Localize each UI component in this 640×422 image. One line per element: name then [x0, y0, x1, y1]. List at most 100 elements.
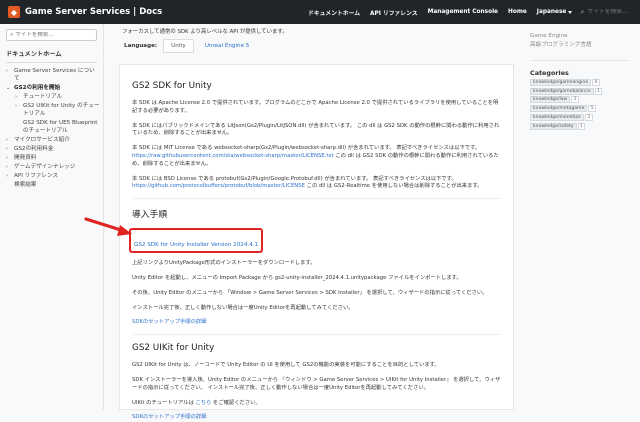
- paragraph-text: UIKit のチュートリアルは: [132, 399, 196, 406]
- sidebar-item-label: 検索結果: [14, 182, 37, 188]
- sidebar-item-label: GS2 SDK for UE5 Blueprint のチュートリアル: [23, 120, 98, 134]
- language-tabs: Language: Unity Unreal Engine 5: [124, 38, 260, 54]
- installer-download-link[interactable]: GS2 SDK for Unity Installer Version 2024…: [134, 242, 258, 248]
- sidebar-divider: [6, 62, 97, 63]
- paragraph-text: 本 SDK には BSD License である protobuf(Gs2/Pl…: [132, 175, 457, 182]
- category-tag-count: 1: [594, 87, 603, 95]
- divider: [132, 198, 501, 200]
- category-tag-label[interactable]: knowledge/law: [530, 96, 571, 104]
- paragraph: SDKのセットアップ手順の詳細: [132, 414, 501, 422]
- sidebar-item[interactable]: › API リファレンス: [0, 172, 103, 180]
- sidebar-item[interactable]: › GS2 UIKit for Unity のチュートリアル: [0, 102, 103, 118]
- intro-text: フォーカスして通常の SDK より高レベルな API が提供しています。: [122, 29, 288, 35]
- nav-management-console[interactable]: Management Console: [428, 9, 498, 15]
- chevron-right-icon: ›: [15, 103, 17, 109]
- websocket-license-link[interactable]: https://raw.githubusercontent.com/sta/we…: [132, 153, 334, 159]
- protobuf-license-link[interactable]: https://github.com/protocolbuffers/proto…: [132, 183, 305, 189]
- sidebar-search: ⌕: [6, 29, 97, 41]
- chevron-right-icon: ›: [6, 173, 8, 179]
- top-search: ⌕: [580, 5, 640, 19]
- category-tag-count: 5: [588, 105, 597, 113]
- paragraph: その後、Unity Editor のメニューから 「Window > Game …: [132, 289, 488, 296]
- right-sidebar: Game Engine 高級プログラミング言語 Categories knowl…: [530, 24, 640, 410]
- sidebar-item-label: GS2の利用料金: [14, 146, 54, 152]
- divider: [530, 60, 630, 61]
- chevron-right-icon: ›: [6, 137, 8, 143]
- sidebar-item[interactable]: › 開発資料: [0, 154, 103, 162]
- sidebar-item[interactable]: › ゲームデザインナレッジ: [0, 163, 103, 171]
- paragraph: 本 SDK は Apache License 2.0 で提供されています。プログ…: [132, 100, 499, 114]
- top-search-input[interactable]: [587, 9, 640, 15]
- red-arrow-annotation: [84, 217, 132, 236]
- language-dropdown[interactable]: Japanese: [537, 9, 573, 15]
- sidebar-item-label: GS2 UIKit for Unity のチュートリアル: [23, 103, 100, 117]
- nav-docs-home[interactable]: ドキュメントホーム: [308, 8, 360, 17]
- main-area: フォーカスして通常の SDK より高レベルな API が提供しています。 Lan…: [107, 24, 522, 420]
- sidebar-search-input[interactable]: [15, 32, 96, 38]
- category-tag[interactable]: knowledge/gamebalance 1: [530, 87, 640, 95]
- chevron-right-icon: ›: [6, 68, 8, 74]
- paragraph: GS2 UIKit for Unity は、ノーコードで Unity Edito…: [132, 362, 440, 369]
- game-engine-link[interactable]: Game Engine: [530, 33, 640, 39]
- paragraph: インストール完了後、正しく動作しない場合は一度Unity Editorを再起動し…: [132, 304, 354, 311]
- category-tag-label[interactable]: knowledge/gamebalance: [530, 87, 594, 95]
- sidebar-item[interactable]: › チュートリアル: [0, 93, 103, 101]
- sidebar-item[interactable]: › GS2の利用料金: [0, 145, 103, 153]
- paragraph: SDK インストーラーを導入後、Unity Editor のメニューから 『ウィ…: [132, 376, 501, 391]
- category-tag-label[interactable]: knowledge/gameengine: [530, 78, 592, 86]
- divider: [132, 334, 501, 336]
- category-tag-label[interactable]: knowledge/metagame: [530, 105, 588, 113]
- sidebar-item[interactable]: ⌄ GS2の利用を開始: [0, 84, 103, 92]
- sdk-setup-link[interactable]: SDKのセットアップ手順の詳細: [132, 319, 206, 325]
- category-tag-list: knowledge/gameengine 4 knowledge/gamebalan…: [530, 78, 640, 130]
- categories-title: Categories: [530, 69, 569, 77]
- tab-unity[interactable]: Unity: [163, 39, 194, 53]
- top-navbar: ◆ Game Server Services | Docs ドキュメントホーム …: [0, 0, 640, 24]
- sidebar-item-label: チュートリアル: [23, 94, 63, 100]
- chevron-down-icon: [568, 10, 573, 14]
- uikit-tutorial-link[interactable]: こちら: [195, 400, 211, 406]
- sidebar-item[interactable]: › マイクロサービス紹介: [0, 136, 103, 144]
- chevron-down-icon: ⌄: [6, 85, 11, 91]
- sidebar-item-label: 開発資料: [14, 155, 37, 161]
- brand-title[interactable]: Game Server Services | Docs: [25, 7, 162, 17]
- category-tag[interactable]: knowledge/gameengine 4: [530, 78, 640, 86]
- paragraph: 本 SDK にはパブリックドメインである LitJson(Gs2/Plugin/…: [132, 122, 500, 137]
- sidebar-item[interactable]: GS2 SDK for UE5 Blueprint のチュートリアル: [0, 119, 103, 135]
- sidebar-item-label: Game Server Services について: [14, 68, 95, 82]
- sidebar-item-label: GS2の利用を開始: [14, 85, 61, 91]
- paragraph: 上記リンクよりUnityPackage形式のインストーラーをダウンロードします。: [132, 260, 316, 267]
- chevron-right-icon: [6, 181, 14, 189]
- nav-api-reference[interactable]: API リファレンス: [370, 8, 418, 17]
- paragraph-text: この dll は GS2-Realtime を使用しない場合は削除することが出来…: [304, 183, 483, 190]
- category-tag[interactable]: knowledge/safety 1: [530, 122, 640, 130]
- paragraph: SDKのセットアップ手順の詳細: [132, 319, 501, 327]
- paragraph: 本 SDK には MIT License である websocket-sharp…: [132, 145, 501, 168]
- chevron-right-icon: ›: [6, 164, 8, 170]
- sidebar-home-link[interactable]: ドキュメントホーム: [6, 49, 103, 58]
- chevron-right-icon: ›: [6, 146, 8, 152]
- category-tag-count: 2: [571, 96, 580, 104]
- category-tag[interactable]: knowledge/monetize 3: [530, 113, 640, 121]
- section-title-uikit: GS2 UIKit for Unity: [132, 343, 215, 354]
- uikit-setup-link[interactable]: SDKのセットアップ手順の詳細: [132, 414, 206, 420]
- category-tag[interactable]: knowledge/law 2: [530, 96, 640, 104]
- category-tag-label[interactable]: knowledge/safety: [530, 122, 577, 130]
- tab-unreal-engine-5[interactable]: Unreal Engine 5: [197, 39, 258, 53]
- language-subtitle[interactable]: 高級プログラミング言語: [530, 40, 640, 48]
- nav-home[interactable]: Home: [508, 9, 527, 15]
- tab-content: GS2 SDK for Unity 本 SDK は Apache License…: [119, 64, 514, 420]
- category-tag-count: 1: [577, 122, 586, 130]
- chevron-right-icon: ›: [15, 94, 17, 100]
- sidebar-item[interactable]: › Game Server Services について: [0, 67, 103, 83]
- chevron-right-icon: ›: [6, 155, 8, 161]
- category-tag[interactable]: knowledge/metagame 5: [530, 105, 640, 113]
- brand[interactable]: ◆ Game Server Services | Docs: [8, 6, 162, 18]
- category-tag-count: 3: [584, 113, 593, 121]
- search-icon: ⌕: [10, 31, 14, 38]
- installer-download-highlight: GS2 SDK for Unity Installer Version 2024…: [129, 228, 264, 254]
- sidebar-list: › Game Server Services について ⌄ GS2の利用を開始 › チュー…: [0, 67, 103, 189]
- sidebar-item[interactable]: 検索結果: [0, 181, 103, 189]
- category-tag-label[interactable]: knowledge/monetize: [530, 113, 584, 121]
- chevron-right-icon: [15, 119, 23, 135]
